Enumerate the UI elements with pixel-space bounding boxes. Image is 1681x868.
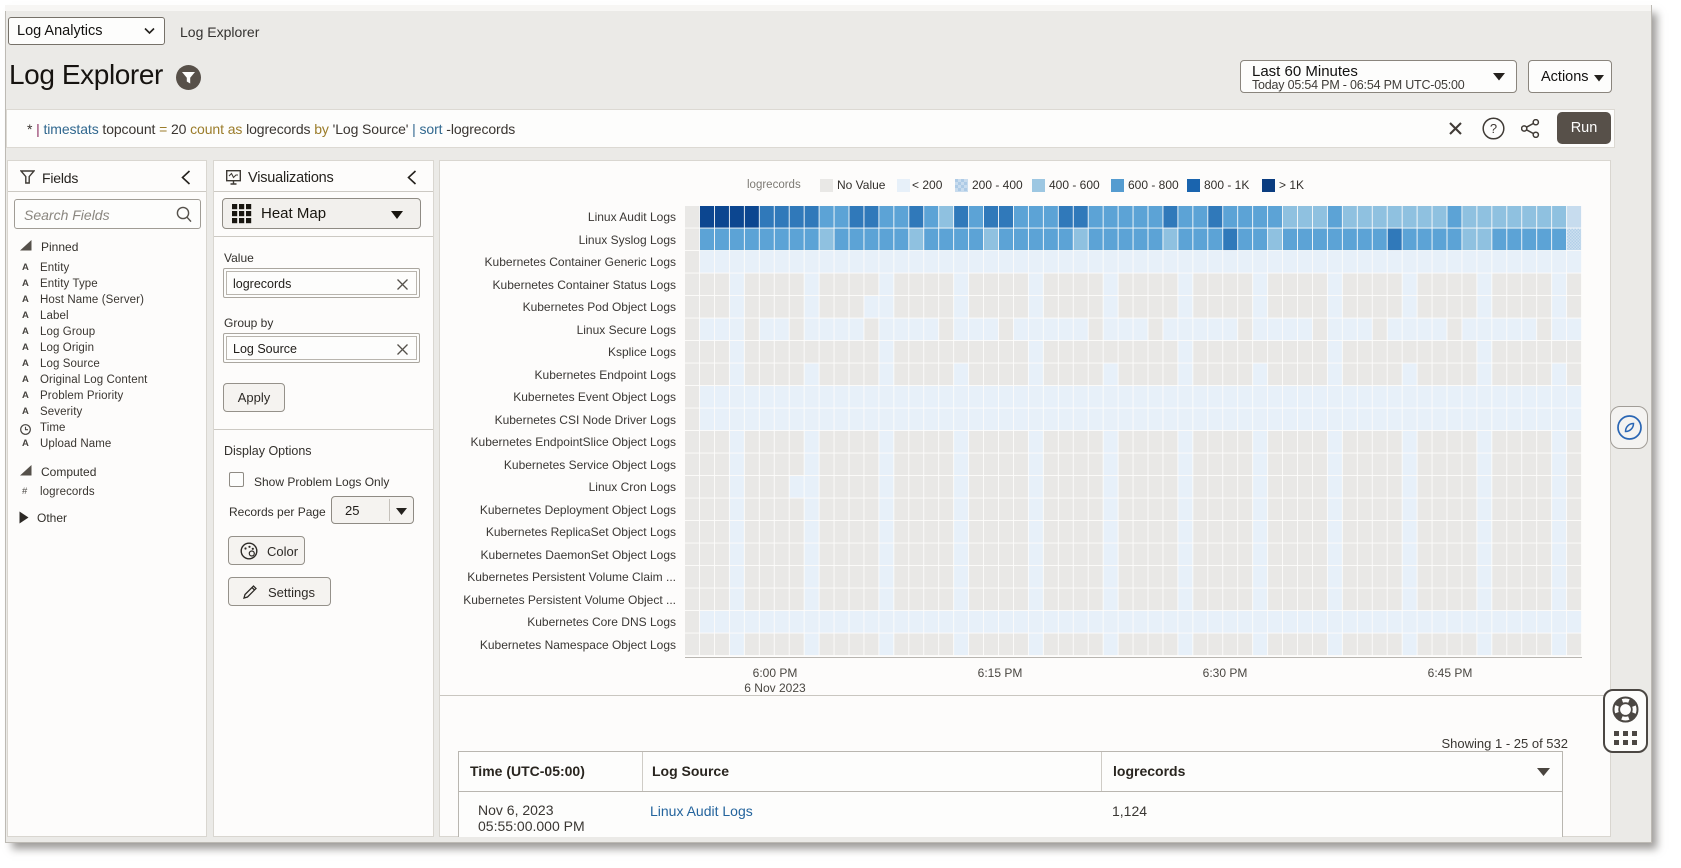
svg-text:?: ?: [1490, 121, 1497, 136]
